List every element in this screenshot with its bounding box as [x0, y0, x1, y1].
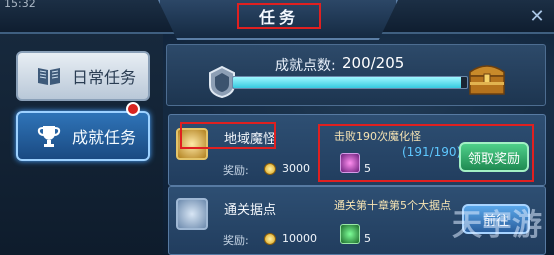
- achievement-points-label: 成就点数:: [275, 58, 336, 74]
- trophy-icon: [36, 123, 62, 149]
- watermark: 天宇游: [452, 208, 542, 243]
- reward-label: 奖励:: [223, 234, 249, 247]
- close-button[interactable]: ✕: [524, 6, 550, 28]
- coin-amount: 10000: [282, 232, 317, 245]
- claim-reward-button[interactable]: 领取奖励: [459, 142, 529, 172]
- achievement-progress-bar: [232, 76, 468, 89]
- quest-star-icon: [176, 198, 208, 230]
- tab-achievement-tasks[interactable]: 成就任务: [16, 111, 150, 161]
- quest-name: 通关据点: [224, 203, 277, 218]
- potion-item-icon: [340, 224, 360, 244]
- highlight-box: [180, 122, 276, 149]
- reward-label: 奖励:: [223, 164, 249, 177]
- treasure-chest-icon[interactable]: [466, 58, 508, 98]
- achievement-points-value: 200/205: [342, 54, 405, 72]
- book-icon: [36, 63, 62, 89]
- tab-daily-tasks[interactable]: 日常任务: [16, 51, 150, 101]
- tab-achievement-label: 成就任务: [72, 128, 137, 147]
- coin-amount: 3000: [282, 162, 310, 175]
- status-time: 15:32: [4, 0, 36, 10]
- item-count: 5: [364, 232, 371, 245]
- coin-icon: [264, 233, 276, 245]
- notification-dot: [126, 102, 140, 116]
- page-title: 任务: [237, 3, 321, 29]
- coin-icon: [264, 163, 276, 175]
- quest-description: 通关第十章第5个大据点: [334, 199, 451, 212]
- game-screen: 15:32 任务 ✕ 日常任务 成就任务 成就点数: 200/205 地域魔怪 …: [0, 0, 554, 255]
- achievement-progress-fill: [233, 77, 462, 88]
- tab-daily-label: 日常任务: [72, 68, 137, 87]
